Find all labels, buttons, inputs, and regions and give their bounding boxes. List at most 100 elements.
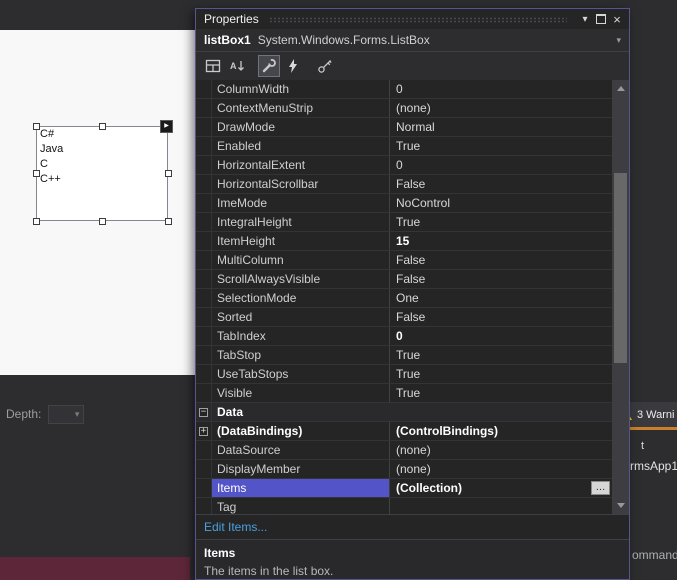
property-value: [390, 498, 612, 514]
property-name: TabIndex: [212, 327, 390, 345]
grid-scrollbar[interactable]: [612, 80, 629, 514]
property-value: True: [396, 215, 421, 229]
property-row[interactable]: TabStop True: [196, 346, 612, 365]
ellipsis-button[interactable]: …: [591, 481, 610, 495]
row-margin: [196, 251, 212, 269]
property-row[interactable]: UseTabStops True: [196, 365, 612, 384]
depth-control: Depth: ▾: [6, 404, 85, 424]
property-value: True: [396, 386, 421, 400]
titlebar-grip: [268, 17, 567, 23]
close-icon: ×: [613, 11, 621, 27]
property-row[interactable]: MultiColumn False: [196, 251, 612, 270]
collapse-icon[interactable]: −: [196, 403, 212, 421]
description-title: Items: [204, 546, 236, 560]
row-margin: [196, 232, 212, 250]
resize-handle[interactable]: [99, 123, 106, 130]
property-row[interactable]: + (DataBindings) (ControlBindings): [196, 422, 612, 441]
scroll-down-button[interactable]: [612, 497, 629, 514]
resize-handle[interactable]: [99, 218, 106, 225]
form-designer-canvas: C# Java C C++ ▶: [0, 30, 195, 375]
background-text-fragment: rmsApp1: [630, 459, 677, 473]
property-value: True: [396, 139, 421, 153]
depth-dropdown[interactable]: ▾: [48, 404, 85, 424]
property-name: DrawMode: [212, 118, 390, 136]
vs-main-window: C#JavaCC++ ▶ Depth: ▾ 3 Warni t rmsApp1 …: [0, 0, 677, 580]
designer-listbox[interactable]: C# Java C C++: [36, 126, 168, 221]
lightning-icon: [289, 59, 297, 73]
expand-icon[interactable]: +: [196, 422, 212, 440]
property-row[interactable]: DrawMode Normal: [196, 118, 612, 137]
categorized-icon: [205, 59, 221, 73]
designer-listbox-items: C# Java C C++: [37, 127, 167, 187]
property-row[interactable]: Tag: [196, 498, 612, 514]
property-value: (none): [396, 462, 431, 476]
alphabetical-button[interactable]: A: [226, 55, 248, 77]
background-text-fragment: t: [641, 440, 645, 452]
property-row[interactable]: TabIndex 0: [196, 327, 612, 346]
depth-label: Depth:: [6, 407, 42, 421]
property-row[interactable]: ScrollAlwaysVisible False: [196, 270, 612, 289]
warnings-label: 3 Warni: [637, 408, 675, 421]
scroll-up-button[interactable]: [612, 80, 629, 97]
background-text-fragment: ommand: [632, 548, 677, 562]
property-name: (DataBindings): [212, 422, 390, 440]
listbox-item: Java: [40, 143, 64, 155]
property-value: (none): [396, 443, 431, 457]
maximize-button[interactable]: [593, 11, 609, 27]
properties-titlebar[interactable]: Properties ▾ ×: [196, 9, 629, 29]
property-row[interactable]: SelectionMode One: [196, 289, 612, 308]
property-row[interactable]: Visible True: [196, 384, 612, 403]
scroll-down-icon: [616, 503, 625, 508]
resize-handle[interactable]: [33, 123, 40, 130]
property-value: NoControl: [396, 196, 451, 210]
scrollbar-thumb[interactable]: [614, 173, 627, 363]
row-margin: [196, 175, 212, 193]
property-row[interactable]: DataSource (none): [196, 441, 612, 460]
property-row[interactable]: Sorted False: [196, 308, 612, 327]
property-row[interactable]: Enabled True: [196, 137, 612, 156]
events-button[interactable]: [282, 55, 304, 77]
property-value: (Collection)…: [390, 479, 612, 497]
property-value: False: [396, 177, 426, 191]
categorized-button[interactable]: [202, 55, 224, 77]
resize-handle[interactable]: [165, 170, 172, 177]
properties-window: Properties ▾ × listBox1 System.Windows.F…: [195, 8, 630, 580]
object-type: System.Windows.Forms.ListBox: [257, 33, 430, 47]
row-margin: [196, 270, 212, 288]
category-row[interactable]: − Data: [196, 403, 612, 422]
property-row[interactable]: ColumnWidth 0: [196, 80, 612, 99]
row-margin: [196, 498, 212, 514]
property-row[interactable]: HorizontalExtent 0: [196, 156, 612, 175]
property-row[interactable]: ImeMode NoControl: [196, 194, 612, 213]
property-row[interactable]: ItemHeight 15: [196, 232, 612, 251]
property-pages-button[interactable]: [314, 55, 336, 77]
row-margin: [196, 479, 212, 497]
smart-tag-button[interactable]: ▶: [160, 120, 173, 133]
status-color-block: [0, 557, 190, 580]
property-row[interactable]: DisplayMember (none): [196, 460, 612, 479]
edit-items-link[interactable]: Edit Items...: [204, 520, 267, 534]
window-position-button[interactable]: ▾: [577, 11, 593, 27]
properties-view-button[interactable]: [258, 55, 280, 77]
property-row[interactable]: IntegralHeight True: [196, 213, 612, 232]
resize-handle[interactable]: [33, 218, 40, 225]
property-name: HorizontalScrollbar: [212, 175, 390, 193]
property-value: True: [396, 367, 421, 381]
close-button[interactable]: ×: [609, 11, 625, 27]
property-name: UseTabStops: [212, 365, 390, 383]
object-selector-combobox[interactable]: listBox1 System.Windows.Forms.ListBox ▾: [196, 29, 629, 52]
property-name: Data: [217, 405, 244, 419]
row-margin: [196, 365, 212, 383]
property-name: DataSource: [212, 441, 390, 459]
row-margin: [196, 384, 212, 402]
row-margin: [196, 118, 212, 136]
property-row[interactable]: HorizontalScrollbar False: [196, 175, 612, 194]
row-margin: [196, 137, 212, 155]
resize-handle[interactable]: [165, 218, 172, 225]
property-name: TabStop: [212, 346, 390, 364]
property-row[interactable]: Items (Collection)…: [196, 479, 612, 498]
property-value: False: [396, 272, 426, 286]
resize-handle[interactable]: [33, 170, 40, 177]
row-margin: [196, 156, 212, 174]
property-row[interactable]: ContextMenuStrip (none): [196, 99, 612, 118]
